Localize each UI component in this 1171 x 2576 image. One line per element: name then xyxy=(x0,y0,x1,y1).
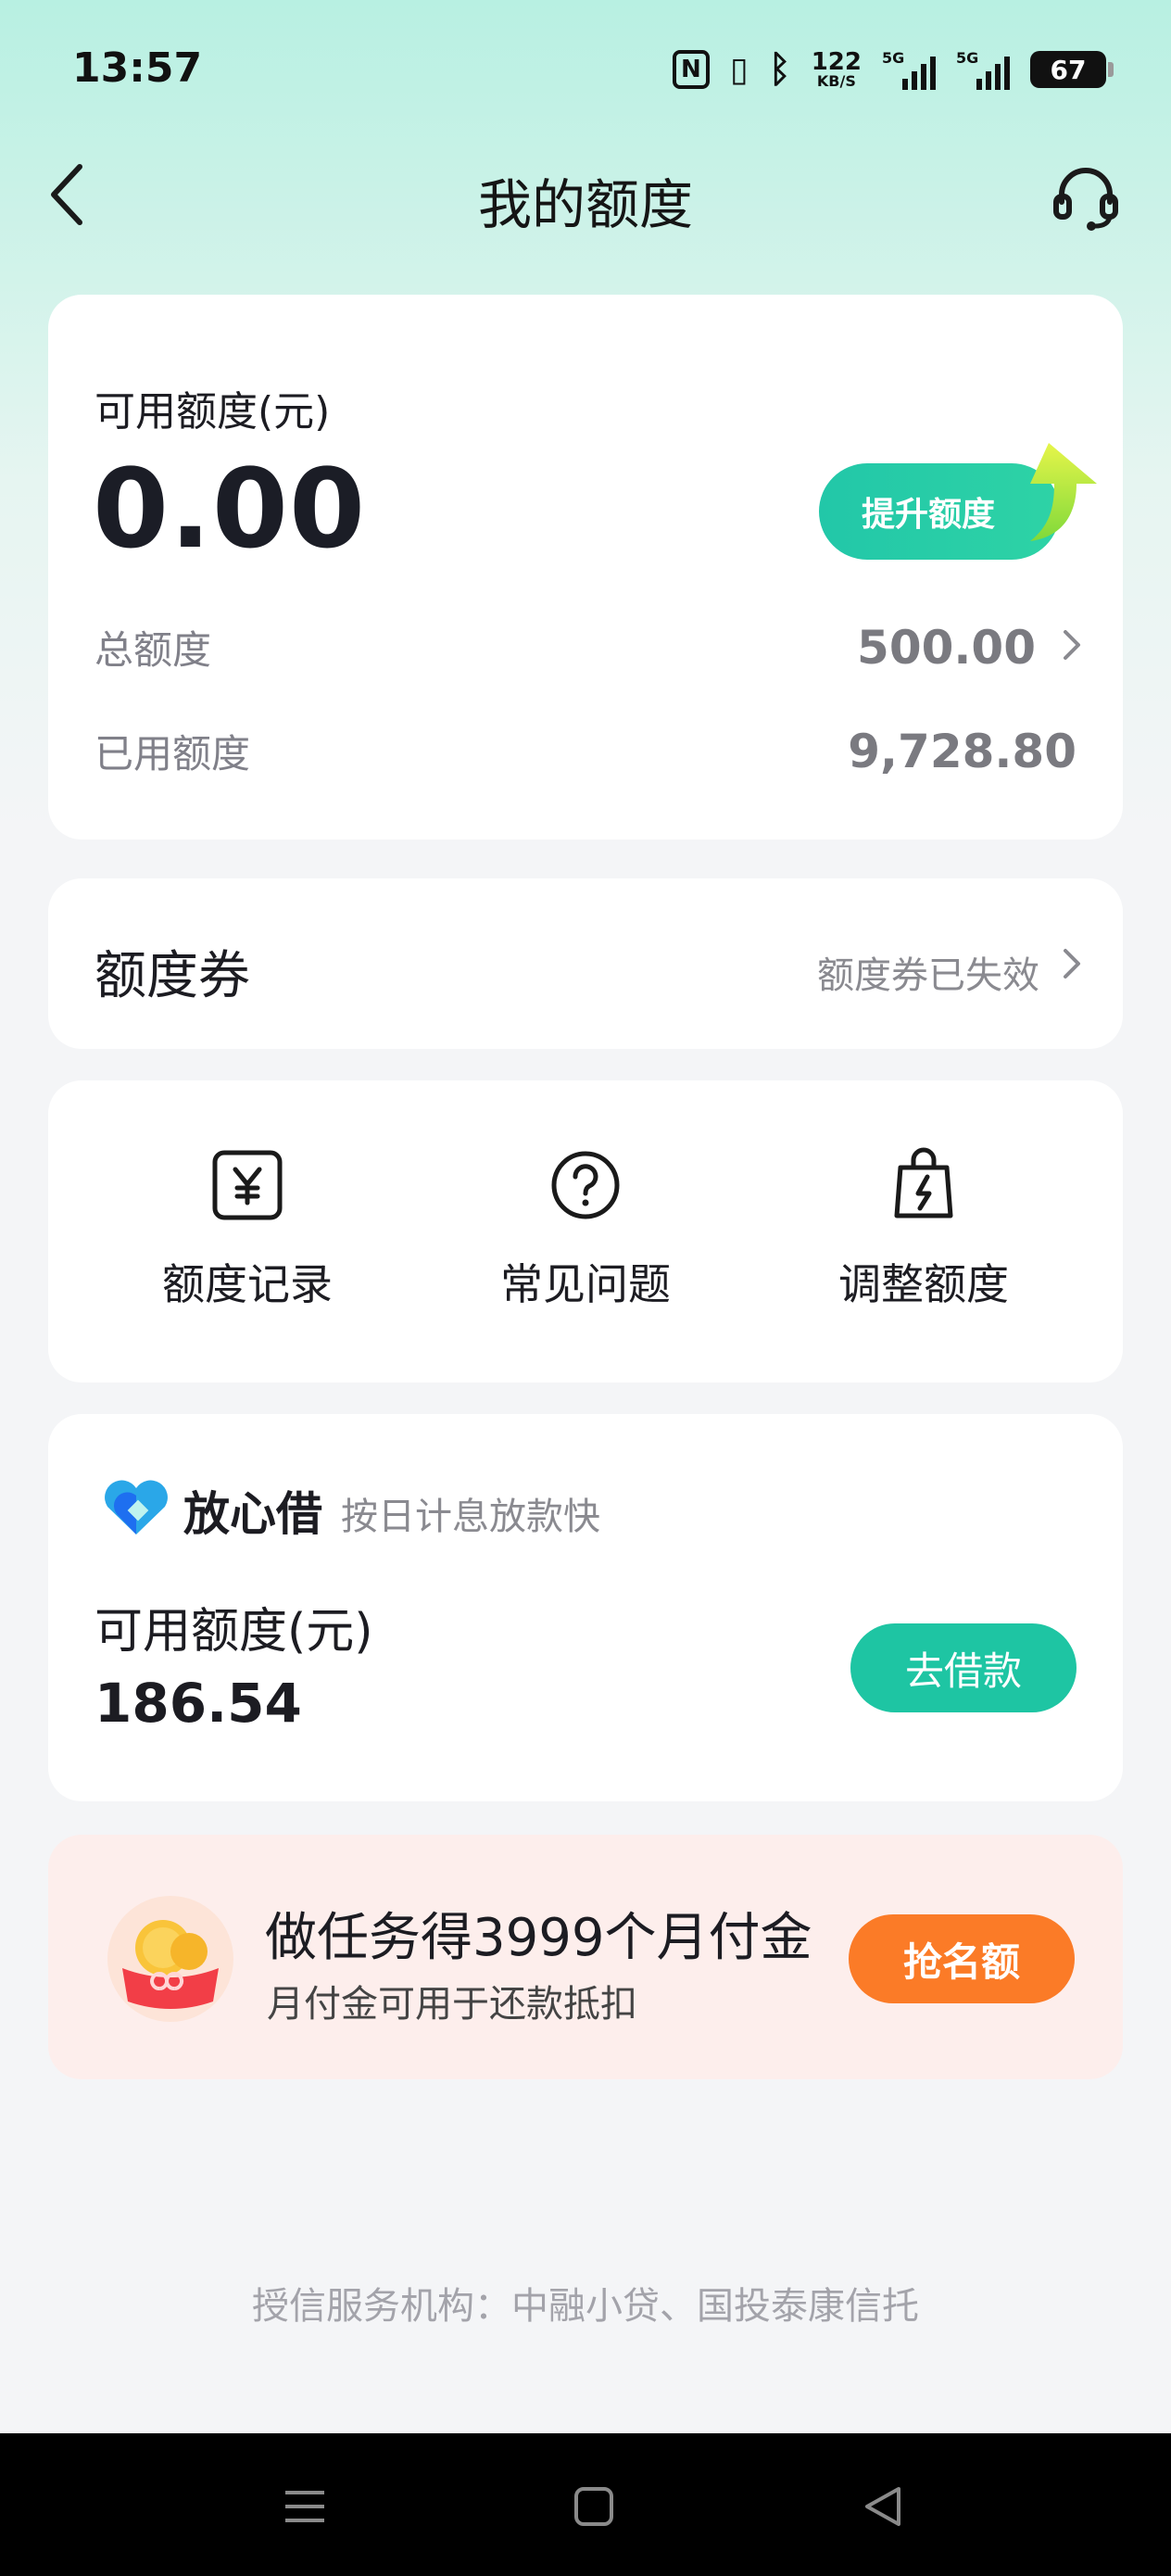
network-speed-unit: KB/S xyxy=(816,72,856,90)
up-arrow-icon xyxy=(1002,424,1132,554)
network-speed: 122 KB/S xyxy=(812,50,862,89)
page-title: 我的额度 xyxy=(477,173,693,236)
credit-summary-card: 可用额度(元) 0.00 提升额度 总额度 500.00 已用额度 9,728.… xyxy=(48,295,1123,840)
credit-record-button[interactable]: 额度记录 xyxy=(108,1145,386,1331)
promo-subtitle: 月付金可用于还款抵扣 xyxy=(267,1983,637,2026)
action-label: 额度记录 xyxy=(162,1259,333,1309)
nfc-icon: N xyxy=(672,50,710,89)
coupon-title: 额度券 xyxy=(94,946,250,1006)
borrow-button[interactable]: 去借款 xyxy=(850,1623,1077,1712)
total-credit-value[interactable]: 500.00 xyxy=(857,621,1036,675)
loan-card: 放心借 按日计息放款快 可用额度(元) 186.54 去借款 xyxy=(48,1414,1123,1801)
promo-banner[interactable]: 做任务得3999个月付金 月付金可用于还款抵扣 抢名额 xyxy=(48,1835,1123,2079)
credit-coupon-row[interactable]: 额度券 额度券已失效 xyxy=(48,878,1123,1049)
coupon-status: 额度券已失效 xyxy=(817,954,1039,997)
bag-lightning-icon xyxy=(894,1147,953,1219)
headset-icon xyxy=(1053,168,1118,231)
grab-quota-button[interactable]: 抢名额 xyxy=(849,1914,1075,2003)
total-credit-label: 总额度 xyxy=(94,627,212,673)
menu-icon[interactable] xyxy=(272,2474,337,2539)
battery-icon: 67 xyxy=(1030,51,1114,88)
back-triangle-icon[interactable] xyxy=(850,2474,915,2539)
promo-title: 做任务得3999个月付金 xyxy=(265,1908,812,1968)
home-icon[interactable] xyxy=(561,2474,626,2539)
chevron-right-icon xyxy=(1058,943,1086,988)
used-credit-label: 已用额度 xyxy=(94,731,251,777)
bluetooth-icon: ᛒ xyxy=(768,48,791,91)
faq-button[interactable]: 常见问题 xyxy=(447,1145,724,1331)
question-circle-icon xyxy=(551,1151,620,1219)
vibrate-icon: ▯ xyxy=(729,50,749,89)
brand-logo-icon xyxy=(100,1479,172,1538)
action-label: 常见问题 xyxy=(500,1259,671,1309)
status-icons: N ▯ ᛒ 122 KB/S 5G 5G 67 xyxy=(672,46,1114,93)
network-speed-value: 122 xyxy=(811,48,862,76)
available-credit-value: 0.00 xyxy=(93,445,367,573)
system-navigation-bar xyxy=(0,2433,1171,2576)
signal-sim2-icon: 5G xyxy=(956,49,1010,90)
available-credit-label: 可用额度(元) xyxy=(94,388,331,436)
signal-sim2-label: 5G xyxy=(956,49,979,67)
signal-sim1-icon: 5G xyxy=(882,49,936,90)
signal-sim1-label: 5G xyxy=(882,49,905,67)
loan-available-value: 186.54 xyxy=(94,1672,302,1735)
loan-available-label: 可用额度(元) xyxy=(94,1604,373,1660)
status-time: 13:57 xyxy=(72,44,203,92)
quick-actions-card: 额度记录 常见问题 调整额度 xyxy=(48,1080,1123,1383)
brand-name: 放心借 xyxy=(183,1487,322,1541)
chevron-right-icon[interactable] xyxy=(1058,625,1086,669)
battery-level: 67 xyxy=(1050,54,1087,85)
adjust-credit-button[interactable]: 调整额度 xyxy=(785,1145,1063,1331)
action-label: 调整额度 xyxy=(838,1259,1009,1309)
used-credit-value: 9,728.80 xyxy=(848,725,1077,778)
customer-service-button[interactable] xyxy=(1049,159,1123,234)
gift-coins-icon xyxy=(106,1894,235,2024)
credit-institution-note: 授信服务机构：中融小贷、国投泰康信托 xyxy=(252,2285,919,2328)
brand-slogan: 按日计息放款快 xyxy=(341,1496,600,1538)
yuan-record-icon xyxy=(212,1150,283,1220)
